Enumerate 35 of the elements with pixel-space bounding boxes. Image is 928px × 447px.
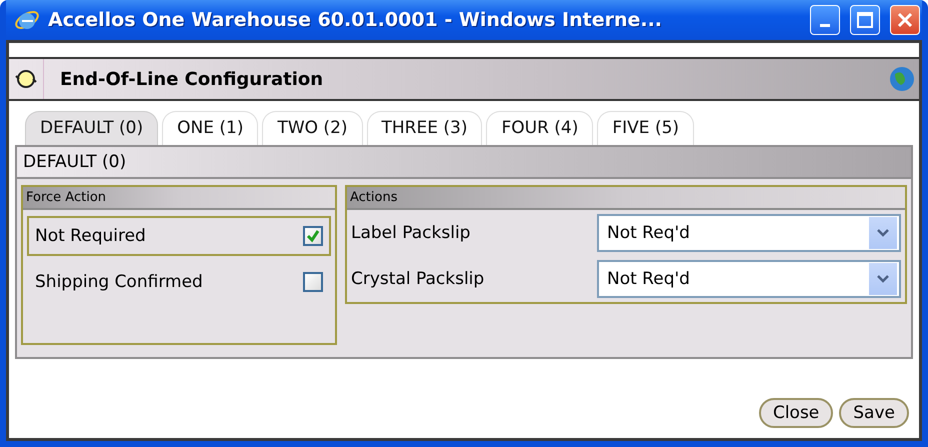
window-title: Accellos One Warehouse 60.01.0001 - Windows Interne... <box>48 9 664 31</box>
panel-title: DEFAULT (0) <box>17 147 911 179</box>
dropdown-value: Not Req'd <box>607 269 690 289</box>
minimize-button[interactable] <box>810 5 840 35</box>
group-title: Force Action <box>23 187 335 210</box>
option-row[interactable]: Not Required <box>27 216 331 256</box>
maximize-icon <box>856 11 874 29</box>
tab[interactable]: DEFAULT (0) <box>25 111 158 145</box>
maximize-button[interactable] <box>850 5 880 35</box>
tab[interactable]: FOUR (4) <box>486 111 594 145</box>
field-label: Label Packslip <box>351 223 472 243</box>
dropdown[interactable]: Not Req'd <box>597 214 901 252</box>
tab[interactable]: THREE (3) <box>366 111 482 145</box>
checkbox[interactable] <box>303 226 323 246</box>
refresh-icon[interactable] <box>15 68 37 90</box>
header-title: End-Of-Line Configuration <box>59 68 324 90</box>
action-button[interactable]: Close <box>758 398 834 428</box>
close-icon <box>896 11 914 29</box>
option-row[interactable]: Shipping Confirmed <box>27 262 331 302</box>
close-button[interactable] <box>890 5 920 35</box>
chevron-down-icon[interactable] <box>869 217 897 249</box>
action-button[interactable]: Save <box>839 398 909 428</box>
minimize-icon <box>820 24 830 26</box>
tab[interactable]: ONE (1) <box>162 111 258 145</box>
dropdown-value: Not Req'd <box>607 223 690 243</box>
chevron-down-icon[interactable] <box>869 263 897 295</box>
group-title: Actions <box>347 187 905 210</box>
tab[interactable]: FIVE (5) <box>597 111 694 145</box>
checkbox[interactable] <box>303 272 323 292</box>
tab[interactable]: TWO (2) <box>262 111 363 145</box>
dropdown[interactable]: Not Req'd <box>597 260 901 298</box>
globe-icon <box>889 66 915 92</box>
checkbox-label: Shipping Confirmed <box>35 272 203 292</box>
field-label: Crystal Packslip <box>351 269 486 289</box>
checkbox-label: Not Required <box>35 226 146 246</box>
